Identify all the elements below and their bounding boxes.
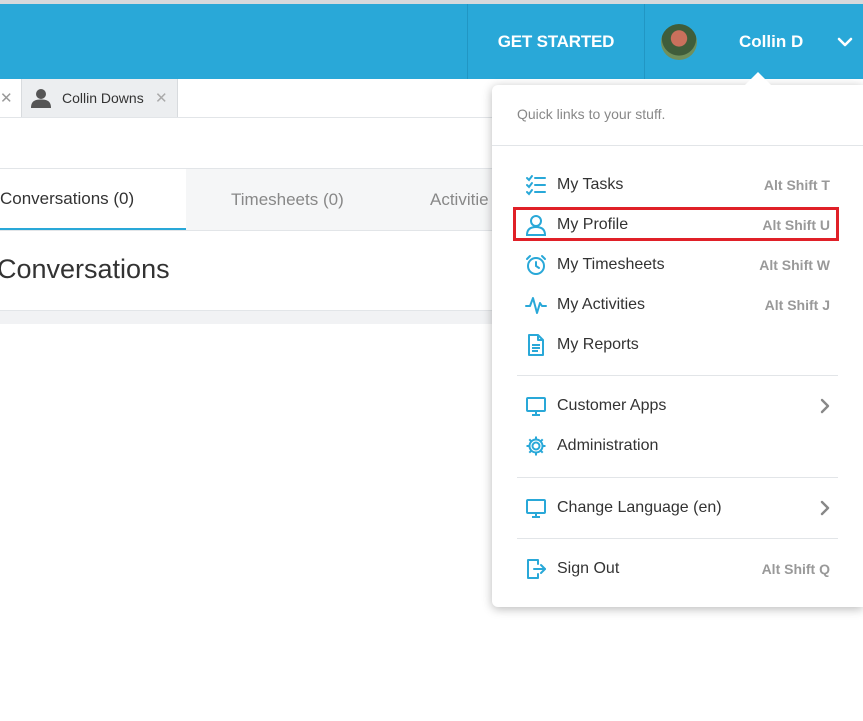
tab-label: Timesheets (0)	[231, 189, 344, 209]
section-tabs: Conversations (0) Timesheets (0) Activit…	[0, 168, 500, 231]
tasks-icon	[525, 174, 547, 196]
avatar	[661, 24, 697, 60]
menu-hint: Quick links to your stuff.	[517, 106, 666, 122]
user-quick-links-menu: Quick links to your stuff. My Tasks Alt …	[492, 85, 863, 607]
menu-item-label: My Tasks	[557, 176, 624, 193]
document-icon	[525, 334, 547, 356]
close-tab-icon[interactable]: ✕	[0, 89, 13, 107]
menu-item-sign-out[interactable]: Sign Out Alt Shift Q	[514, 552, 840, 586]
tab-conversations[interactable]: Conversations (0)	[0, 169, 186, 230]
chevron-down-icon	[837, 37, 853, 47]
monitor-icon	[525, 497, 547, 519]
alarm-clock-icon	[525, 254, 547, 276]
tab-activities[interactable]: Activitie	[430, 169, 500, 230]
content-divider	[0, 310, 500, 324]
menu-item-label: Administration	[557, 437, 659, 454]
menu-item-label: Change Language (en)	[557, 499, 722, 516]
menu-item-label: My Activities	[557, 296, 646, 313]
sign-out-icon	[525, 558, 547, 580]
close-icon[interactable]: ✕	[155, 89, 168, 107]
shortcut-label: Alt Shift T	[763, 177, 830, 193]
menu-item-label: My Timesheets	[557, 256, 665, 273]
shortcut-label: Alt Shift Q	[761, 561, 830, 577]
divider	[517, 477, 838, 478]
menu-item-label: Sign Out	[557, 560, 620, 577]
gear-icon	[525, 435, 547, 457]
tab-label: Activitie	[430, 189, 489, 209]
divider	[492, 145, 863, 146]
tab-collin-downs[interactable]: Collin Downs ✕	[21, 79, 178, 117]
dropdown-caret	[744, 72, 772, 86]
menu-item-label: My Profile	[557, 216, 629, 233]
tab-timesheets[interactable]: Timesheets (0)	[231, 169, 381, 230]
divider	[517, 375, 838, 376]
menu-item-label: Customer Apps	[557, 397, 667, 414]
menu-item-change-language[interactable]: Change Language (en)	[514, 491, 840, 525]
menu-item-customer-apps[interactable]: Customer Apps	[514, 389, 840, 423]
menu-item-my-reports[interactable]: My Reports	[514, 328, 840, 362]
shortcut-label: Alt Shift W	[759, 257, 830, 273]
menu-item-my-profile[interactable]: My Profile Alt Shift U	[514, 208, 840, 242]
user-name: Collin D	[739, 32, 804, 51]
divider	[517, 538, 838, 539]
page-title: Conversations	[0, 254, 170, 284]
menu-item-my-timesheets[interactable]: My Timesheets Alt Shift W	[514, 248, 840, 282]
chevron-right-icon	[820, 398, 830, 414]
user-menu-button[interactable]: Collin D	[643, 4, 863, 79]
get-started-button[interactable]: GET STARTED	[467, 4, 645, 79]
activity-pulse-icon	[525, 294, 547, 316]
shortcut-label: Alt Shift U	[762, 217, 830, 233]
menu-item-label: My Reports	[557, 336, 639, 353]
person-tab-label: Collin Downs	[62, 90, 144, 106]
chevron-right-icon	[820, 500, 830, 516]
menu-item-my-activities[interactable]: My Activities Alt Shift J	[514, 288, 840, 322]
menu-item-my-tasks[interactable]: My Tasks Alt Shift T	[514, 168, 840, 202]
menu-item-administration[interactable]: Administration	[514, 429, 840, 463]
shortcut-label: Alt Shift J	[764, 297, 830, 313]
profile-icon	[525, 214, 547, 236]
tab-label: Conversations (0)	[0, 188, 135, 208]
person-icon	[31, 89, 51, 108]
monitor-icon	[525, 395, 547, 417]
